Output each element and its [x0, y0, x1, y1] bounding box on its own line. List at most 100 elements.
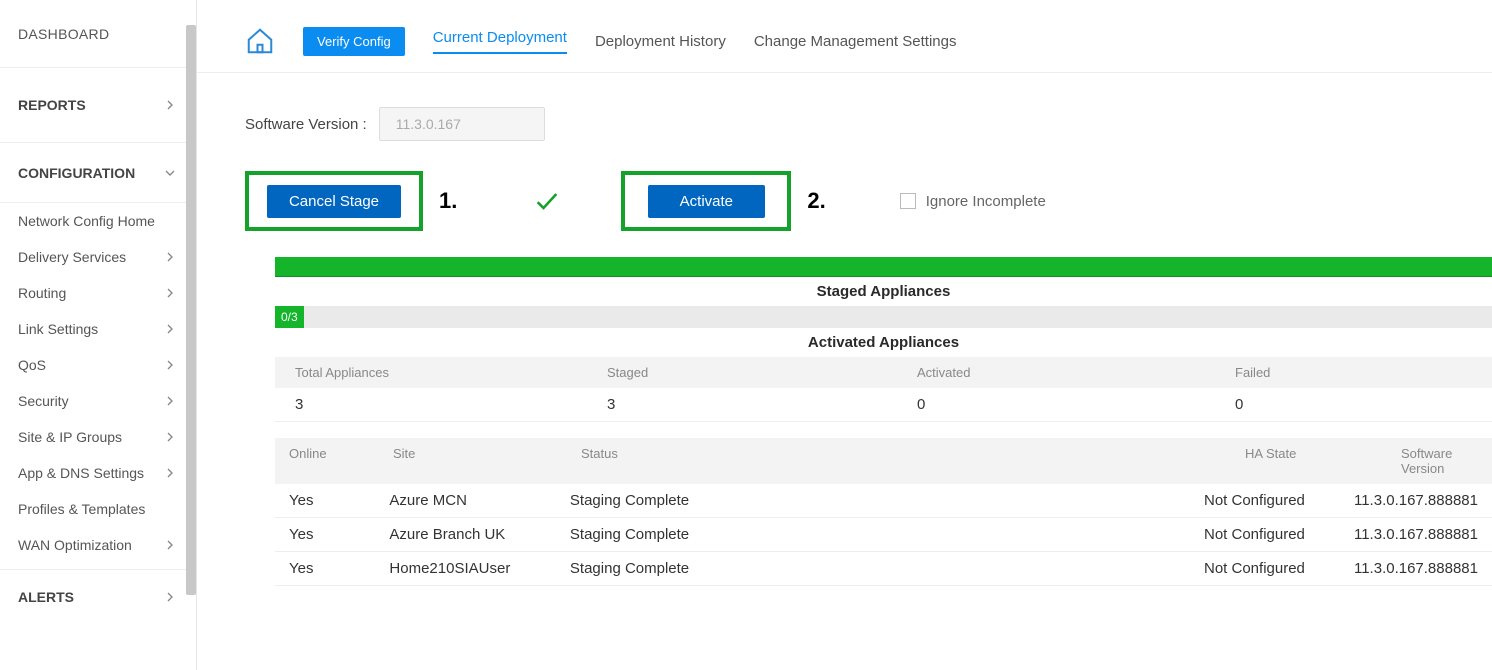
- stats-col-staged: Staged: [587, 357, 897, 388]
- th-software-version: Software Version: [1387, 438, 1492, 484]
- th-online: Online: [275, 438, 379, 484]
- sidebar-item-profiles-templates[interactable]: Profiles & Templates: [0, 491, 196, 527]
- td-ha: Not Configured: [1190, 484, 1340, 517]
- sidebar-label: Link Settings: [18, 321, 98, 337]
- progress-area: Staged Appliances 0/3 Activated Applianc…: [275, 257, 1492, 586]
- sidebar-label: Security: [18, 393, 69, 409]
- action-row: Cancel Stage 1. Activate 2. Ignore Incom…: [245, 171, 1492, 231]
- chevron-right-icon: [162, 537, 178, 553]
- cancel-stage-button[interactable]: Cancel Stage: [267, 185, 401, 218]
- activate-button[interactable]: Activate: [648, 185, 765, 218]
- stats-header: Total Appliances Staged Activated Failed: [275, 357, 1492, 388]
- ignore-incomplete-checkbox[interactable]: [900, 193, 916, 209]
- td-site: Home210SIAUser: [375, 552, 555, 585]
- stats-col-total: Total Appliances: [275, 357, 587, 388]
- sidebar-label: WAN Optimization: [18, 537, 132, 553]
- chevron-right-icon: [162, 357, 178, 373]
- stats-row: 3 3 0 0: [275, 388, 1492, 422]
- td-status: Staging Complete: [556, 518, 1190, 551]
- highlight-activate: Activate: [621, 171, 791, 231]
- annotation-2: 2.: [807, 188, 825, 214]
- td-status: Staging Complete: [556, 552, 1190, 585]
- verify-config-button[interactable]: Verify Config: [303, 27, 405, 56]
- tab-deployment-history[interactable]: Deployment History: [595, 33, 726, 50]
- td-online: Yes: [275, 552, 375, 585]
- stats-val-staged: 3: [587, 388, 897, 421]
- sidebar-item-configuration[interactable]: Configuration: [0, 143, 196, 203]
- td-online: Yes: [275, 518, 375, 551]
- sidebar-label: Site & IP Groups: [18, 429, 122, 445]
- sidebar-item-app-dns-settings[interactable]: App & DNS Settings: [0, 455, 196, 491]
- main-content: Verify Config Current Deployment Deploym…: [197, 0, 1492, 670]
- sidebar-label: QoS: [18, 357, 46, 373]
- sidebar-item-dashboard[interactable]: Dashboard: [0, 0, 196, 68]
- chevron-down-icon: [162, 165, 178, 181]
- stats-col-failed: Failed: [1215, 357, 1492, 388]
- activated-progress-bar: 0/3: [275, 306, 1492, 328]
- sidebar-item-network-config-home[interactable]: Network Config Home: [0, 203, 196, 239]
- tab-change-management-settings[interactable]: Change Management Settings: [754, 33, 957, 50]
- table-row: Yes Azure MCN Staging Complete Not Confi…: [275, 484, 1492, 518]
- chevron-right-icon: [162, 393, 178, 409]
- th-ha-state: HA State: [1231, 438, 1387, 484]
- chevron-right-icon: [162, 249, 178, 265]
- chevron-right-icon: [162, 429, 178, 445]
- sidebar-label: Profiles & Templates: [18, 501, 145, 517]
- scrollbar-thumb[interactable]: [186, 25, 196, 595]
- table-row: Yes Home210SIAUser Staging Complete Not …: [275, 552, 1492, 586]
- software-version-row: Software Version :: [245, 107, 1492, 141]
- annotation-1: 1.: [439, 188, 457, 214]
- sidebar-label: App & DNS Settings: [18, 465, 144, 481]
- td-site: Azure MCN: [375, 484, 555, 517]
- sidebar-label: Reports: [18, 97, 86, 113]
- staged-progress-bar: [275, 257, 1492, 277]
- sidebar-label: Network Config Home: [18, 213, 155, 229]
- sidebar-item-routing[interactable]: Routing: [0, 275, 196, 311]
- table-header: Online Site Status HA State Software Ver…: [275, 438, 1492, 484]
- ignore-incomplete-wrapper[interactable]: Ignore Incomplete: [900, 193, 1046, 210]
- chevron-right-icon: [162, 285, 178, 301]
- sidebar-label: Delivery Services: [18, 249, 126, 265]
- chevron-right-icon: [162, 97, 178, 113]
- sidebar-item-alerts[interactable]: Alerts: [0, 569, 196, 624]
- sidebar-item-reports[interactable]: Reports: [0, 68, 196, 143]
- sidebar-item-link-settings[interactable]: Link Settings: [0, 311, 196, 347]
- software-version-label: Software Version :: [245, 116, 367, 133]
- tab-bar: Verify Config Current Deployment Deploym…: [197, 0, 1492, 73]
- stats-col-activated: Activated: [897, 357, 1215, 388]
- td-ha: Not Configured: [1190, 518, 1340, 551]
- th-status: Status: [567, 438, 1231, 484]
- td-sv: 11.3.0.167.888881: [1340, 552, 1492, 585]
- chevron-right-icon: [162, 589, 178, 605]
- td-sv: 11.3.0.167.888881: [1340, 484, 1492, 517]
- sidebar-label: Routing: [18, 285, 66, 301]
- sidebar-item-qos[interactable]: QoS: [0, 347, 196, 383]
- stats-val-total: 3: [275, 388, 587, 421]
- staged-appliances-title: Staged Appliances: [275, 277, 1492, 306]
- check-icon: [533, 187, 561, 215]
- sidebar: Dashboard Reports Configuration Network …: [0, 0, 197, 670]
- home-icon[interactable]: [245, 26, 275, 56]
- table-row: Yes Azure Branch UK Staging Complete Not…: [275, 518, 1492, 552]
- sidebar-label: Configuration: [18, 165, 135, 181]
- sidebar-label: Dashboard: [18, 26, 109, 42]
- sidebar-item-security[interactable]: Security: [0, 383, 196, 419]
- highlight-cancel-stage: Cancel Stage: [245, 171, 423, 231]
- tab-current-deployment[interactable]: Current Deployment: [433, 29, 567, 54]
- software-version-input[interactable]: [379, 107, 545, 141]
- chevron-right-icon: [162, 465, 178, 481]
- chevron-right-icon: [162, 321, 178, 337]
- sidebar-label: Alerts: [18, 589, 74, 605]
- td-sv: 11.3.0.167.888881: [1340, 518, 1492, 551]
- activated-appliances-title: Activated Appliances: [275, 328, 1492, 357]
- sidebar-item-delivery-services[interactable]: Delivery Services: [0, 239, 196, 275]
- td-online: Yes: [275, 484, 375, 517]
- activated-progress-badge: 0/3: [275, 306, 304, 328]
- th-site: Site: [379, 438, 567, 484]
- sidebar-item-site-ip-groups[interactable]: Site & IP Groups: [0, 419, 196, 455]
- td-ha: Not Configured: [1190, 552, 1340, 585]
- stats-val-activated: 0: [897, 388, 1215, 421]
- td-status: Staging Complete: [556, 484, 1190, 517]
- sidebar-item-wan-optimization[interactable]: WAN Optimization: [0, 527, 196, 563]
- stats-val-failed: 0: [1215, 388, 1492, 421]
